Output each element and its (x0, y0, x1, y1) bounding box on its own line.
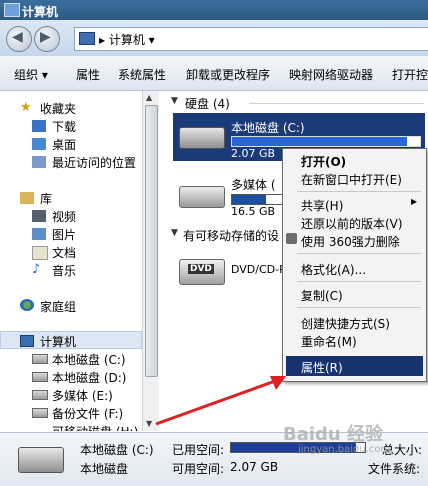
nav-computer[interactable]: 计算机 (40, 333, 76, 350)
command-bar: 组织 ▾ 属性 系统属性 卸载或更改程序 映射网络驱动器 打开控 (0, 56, 428, 91)
drive-e-usage-fill (232, 195, 267, 204)
menu-share[interactable]: 共享(H) (301, 197, 343, 214)
menu-properties[interactable]: 属性(R) (301, 359, 343, 376)
map-network-drive-button[interactable]: 映射网络驱动器 (289, 66, 373, 83)
menu-rename[interactable]: 重命名(M) (301, 333, 357, 350)
computer-icon (79, 32, 95, 45)
properties-button[interactable]: 属性 (76, 66, 100, 83)
open-control-panel-button[interactable]: 打开控 (392, 66, 428, 83)
drive-icon (32, 372, 48, 382)
star-icon: ★ (20, 100, 32, 115)
nav-downloads[interactable]: 下载 (52, 118, 76, 135)
submenu-arrow-icon: ▶ (411, 197, 418, 206)
download-folder-icon (32, 120, 46, 132)
title-bar: 计算机 (0, 0, 428, 20)
nav-music[interactable]: 音乐 (52, 262, 76, 279)
nav-homegroup[interactable]: 家庭组 (40, 298, 76, 315)
collapse-icon[interactable]: ▼ (171, 228, 178, 238)
collapse-icon[interactable]: ▼ (171, 96, 178, 106)
scroll-up-icon[interactable]: ▲ (146, 93, 152, 102)
group-removable-storage[interactable]: 有可移动存储的设 (183, 227, 279, 244)
drive-icon (32, 390, 48, 400)
drive-e-free: 16.5 GB (231, 205, 276, 218)
dvd-drive-tile[interactable]: DVD DVD/CD-R (173, 249, 293, 293)
recent-places-icon (32, 156, 46, 168)
video-icon (32, 210, 46, 222)
details-free-label: 可用空间: (172, 462, 225, 476)
watermark-url: jingyan.baidu.com (298, 444, 391, 455)
nav-videos[interactable]: 视频 (52, 208, 76, 225)
drive-icon (32, 408, 48, 418)
details-fs-label: 文件系统: (368, 462, 421, 476)
nav-pictures[interactable]: 图片 (52, 226, 76, 243)
dvd-drive-name: DVD/CD-R (231, 263, 287, 276)
music-icon: ♪ (32, 262, 41, 277)
nav-libraries[interactable]: 库 (40, 190, 52, 207)
menu-format[interactable]: 格式化(A)... (301, 261, 366, 278)
menu-360-force-delete[interactable]: 使用 360强力删除 (301, 233, 400, 250)
nav-drive-f[interactable]: 备份文件 (F:) (52, 405, 123, 422)
drive-e-name: 多媒体 ( (231, 178, 276, 192)
menu-open[interactable]: 打开(O) (301, 153, 346, 170)
system-properties-button[interactable]: 系统属性 (118, 66, 166, 83)
pictures-icon (32, 228, 46, 240)
nav-drive-e[interactable]: 多媒体 (E:) (52, 387, 113, 404)
hard-drive-icon (179, 127, 225, 149)
shredder-icon (286, 233, 297, 244)
address-row: ◀ ▶ ▸ 计算机 ▾ (0, 20, 428, 56)
group-hard-disks[interactable]: 硬盘 (4) (185, 95, 230, 112)
homegroup-icon (20, 299, 34, 311)
menu-separator (297, 191, 421, 192)
drive-c-usage-bar (231, 136, 421, 147)
nav-favorites[interactable]: 收藏夹 (40, 100, 76, 117)
nav-documents[interactable]: 文档 (52, 244, 76, 261)
nav-recent-places[interactable]: 最近访问的位置 (52, 154, 136, 171)
menu-create-shortcut[interactable]: 创建快捷方式(S) (301, 315, 390, 332)
arrow-line (155, 378, 279, 426)
drive-e-tile[interactable]: 多媒体 ( 16.5 GB (173, 174, 295, 218)
drive-icon (32, 354, 48, 364)
forward-arrow-icon: ▶ (40, 29, 51, 45)
details-free-value: 2.07 GB (230, 460, 279, 474)
drive-c-name: 本地磁盘 (C:) (231, 121, 305, 135)
nav-drive-d[interactable]: 本地磁盘 (D:) (52, 369, 126, 386)
menu-open-new-window[interactable]: 在新窗口中打开(E) (301, 171, 402, 188)
library-icon (20, 192, 34, 204)
documents-icon (32, 246, 48, 260)
forward-button[interactable]: ▶ (34, 26, 60, 52)
window-title: 计算机 (22, 5, 59, 19)
menu-copy[interactable]: 复制(C) (301, 287, 343, 304)
details-used-label: 已用空间: (172, 443, 225, 457)
address-path: ▸ 计算机 ▾ (99, 33, 155, 47)
watermark-brand: Baidu 经验 (283, 424, 384, 445)
drive-c-usage-fill (232, 137, 407, 146)
nav-clip: 可移动磁盘 (H:) (0, 421, 142, 431)
details-drive-name: 本地磁盘 (C:) (80, 443, 154, 457)
drive-c-free: 2.07 GB (231, 147, 276, 160)
back-arrow-icon: ◀ (12, 29, 23, 45)
hard-drive-icon (18, 447, 64, 473)
organize-button[interactable]: 组织 ▾ (14, 66, 48, 83)
nav-drive-h[interactable]: 可移动磁盘 (H:) (52, 423, 138, 431)
desktop-icon (32, 138, 46, 150)
address-bar[interactable]: ▸ 计算机 ▾ (74, 27, 428, 51)
back-button[interactable]: ◀ (6, 26, 32, 52)
nav-drive-c[interactable]: 本地磁盘 (C:) (52, 351, 126, 368)
computer-icon (4, 3, 20, 17)
dvd-label-icon: DVD (188, 264, 214, 274)
scroll-thumb[interactable] (145, 105, 158, 377)
menu-separator (297, 281, 421, 282)
group-divider (249, 103, 424, 104)
computer-icon (20, 335, 34, 347)
menu-restore-previous[interactable]: 还原以前的版本(V) (301, 215, 403, 232)
context-menu: 打开(O) 在新窗口中打开(E) 共享(H) ▶ 还原以前的版本(V) 使用 3… (282, 148, 427, 382)
menu-separator (297, 253, 421, 254)
uninstall-program-button[interactable]: 卸载或更改程序 (186, 66, 270, 83)
annotation-arrow (155, 376, 286, 426)
details-drive-type: 本地磁盘 (80, 462, 129, 476)
menu-separator (297, 307, 421, 308)
dvd-drive-icon: DVD (179, 259, 225, 285)
hard-drive-icon (179, 186, 225, 208)
nav-desktop[interactable]: 桌面 (52, 136, 76, 153)
